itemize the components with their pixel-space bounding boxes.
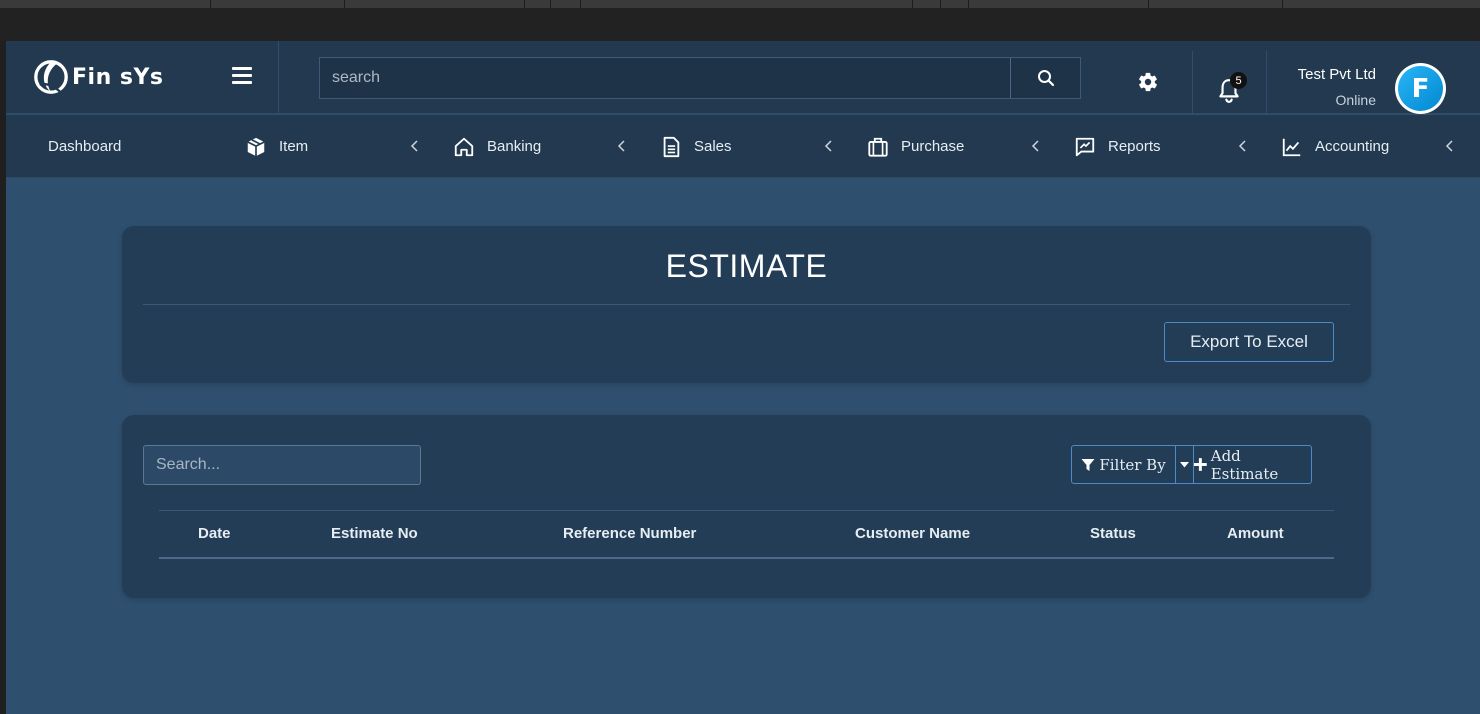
nav-item-label: Dashboard	[48, 138, 122, 155]
column-header-status[interactable]: Status	[1090, 525, 1136, 542]
table-actions: Filter By Add Estimate	[1071, 445, 1312, 484]
chevron-left-icon[interactable]	[410, 139, 420, 153]
chevron-left-icon[interactable]	[1031, 139, 1041, 153]
nav-item-label: Reports	[1108, 138, 1161, 155]
estimate-header-card: ESTIMATE Export To Excel	[122, 226, 1371, 383]
nav-item-label: Purchase	[901, 138, 965, 155]
brand-name: Fin sYs	[72, 64, 164, 90]
chevron-left-icon[interactable]	[824, 139, 834, 153]
column-header-reference-number[interactable]: Reference Number	[563, 525, 696, 542]
plus-icon	[1194, 458, 1207, 471]
nav-item-label: Banking	[487, 138, 542, 155]
gear-icon[interactable]	[1137, 71, 1159, 93]
header-divider	[278, 41, 279, 114]
search-button[interactable]	[1010, 58, 1080, 98]
add-estimate-button[interactable]: Add Estimate	[1194, 446, 1311, 483]
avatar-letter: F	[1398, 66, 1443, 111]
notification-count-badge: 5	[1230, 72, 1247, 89]
avatar[interactable]: F	[1395, 63, 1446, 114]
filter-dropdown-toggle[interactable]	[1175, 446, 1194, 483]
divider	[143, 304, 1350, 305]
company-name: Test Pvt Ltd	[1297, 66, 1376, 83]
nav-item-item[interactable]: Item	[245, 115, 308, 178]
top-header: Fin sYs 5 Test Pvt Ltd	[6, 41, 1480, 124]
briefcase-icon	[868, 137, 888, 157]
main-nav: Dashboard Item Banking Sales Purchase Re…	[6, 115, 1480, 178]
estimate-table-card: Filter By Add Estimate Date Estimate No …	[122, 415, 1371, 598]
menu-toggle-button[interactable]	[232, 67, 254, 85]
nav-item-banking[interactable]: Banking	[453, 115, 541, 178]
company-status: Online	[1335, 92, 1376, 108]
browser-chrome-band	[0, 8, 1480, 41]
column-header-date[interactable]: Date	[198, 525, 231, 542]
filter-by-label: Filter By	[1099, 455, 1166, 474]
chevron-left-icon[interactable]	[1238, 139, 1248, 153]
filter-by-button[interactable]: Filter By	[1072, 446, 1175, 483]
column-header-amount[interactable]: Amount	[1227, 525, 1284, 542]
nav-item-purchase[interactable]: Purchase	[867, 115, 964, 178]
chart-message-icon	[1075, 137, 1095, 156]
filter-icon	[1081, 458, 1095, 471]
page-title: ESTIMATE	[665, 248, 828, 284]
column-header-estimate-no[interactable]: Estimate No	[331, 525, 418, 542]
column-header-customer-name[interactable]: Customer Name	[855, 525, 970, 542]
browser-tab-strip	[0, 0, 1480, 8]
export-to-excel-button[interactable]: Export To Excel	[1164, 322, 1334, 362]
nav-item-label: Item	[279, 138, 309, 155]
brand-logo[interactable]: Fin sYs	[32, 57, 164, 97]
leaf-logo-icon	[34, 60, 68, 94]
table-header-row: Date Estimate No Reference Number Custom…	[159, 510, 1334, 559]
chevron-left-icon[interactable]	[617, 139, 627, 153]
header-divider	[1192, 51, 1193, 124]
header-divider	[1266, 51, 1267, 124]
home-icon	[454, 137, 474, 156]
document-icon	[663, 136, 680, 157]
chevron-left-icon[interactable]	[1445, 139, 1455, 153]
add-estimate-label: Add Estimate	[1210, 446, 1279, 483]
caret-down-icon	[1180, 461, 1189, 467]
search-icon	[1037, 70, 1054, 87]
nav-item-label: Sales	[694, 138, 732, 155]
nav-item-label: Accounting	[1315, 138, 1390, 155]
nav-item-dashboard[interactable]: Dashboard	[48, 115, 121, 178]
app-window: Fin sYs 5 Test Pvt Ltd	[6, 41, 1480, 714]
box-icon	[247, 137, 265, 156]
nav-item-reports[interactable]: Reports	[1074, 115, 1161, 178]
company-info[interactable]: Test Pvt Ltd Online	[1298, 66, 1376, 108]
nav-item-sales[interactable]: Sales	[660, 115, 732, 178]
global-search-input[interactable]	[320, 58, 1010, 98]
global-search	[319, 57, 1081, 99]
line-chart-icon	[1282, 138, 1301, 156]
table-search-input[interactable]	[143, 445, 421, 485]
nav-item-accounting[interactable]: Accounting	[1281, 115, 1389, 178]
